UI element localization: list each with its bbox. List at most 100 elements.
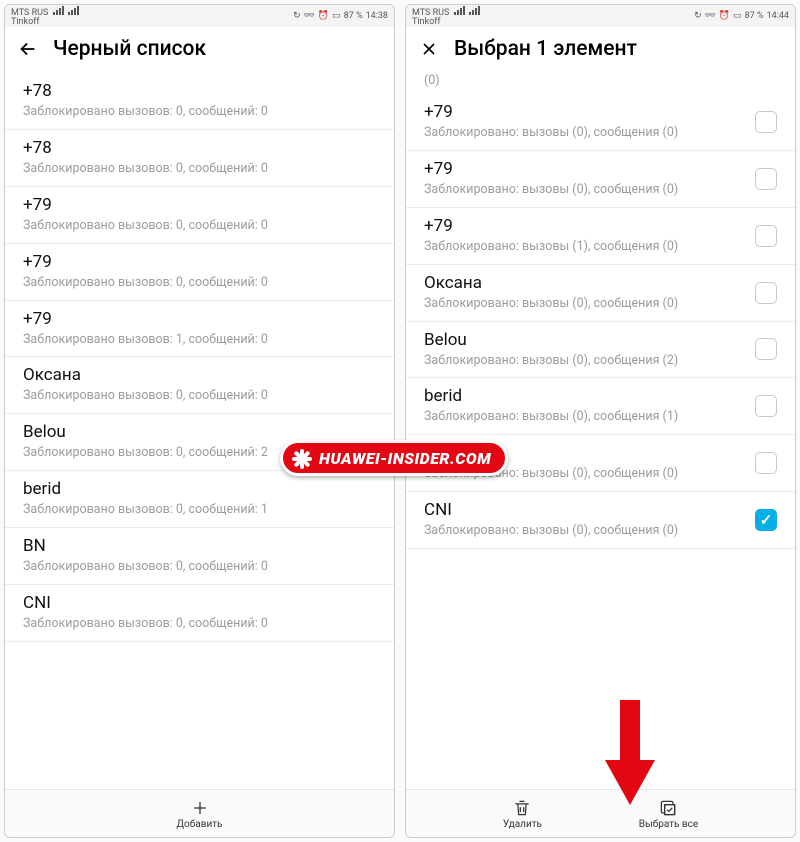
- sync-icon: ↻: [694, 11, 702, 21]
- select-all-icon: [658, 798, 678, 818]
- entry-title: berid: [23, 479, 376, 499]
- status-bar: MTS RUS Tinkoff ↻ 👓 ⏰ ▭ 87 % 14:44: [406, 5, 795, 27]
- entry-subtitle: Заблокировано вызовов: 0, сообщений: 0: [23, 559, 376, 576]
- entry-title: +79: [23, 195, 376, 215]
- alarm-icon: ⏰: [719, 11, 730, 21]
- watermark-badge: HUAWEI-INSIDER.COM: [280, 440, 508, 476]
- entry-subtitle: Заблокировано: вызовы (1), сообщения (0): [424, 239, 747, 256]
- list-item[interactable]: Belou Заблокировано: вызовы (0), сообщени…: [406, 322, 795, 379]
- glasses-icon: 👓: [705, 11, 716, 21]
- select-all-label: Выбрать все: [639, 819, 698, 830]
- entry-title: +79: [23, 309, 376, 329]
- huawei-logo-icon: [291, 447, 313, 469]
- time-label: 14:38: [366, 11, 388, 21]
- cutoff-top: (0): [406, 73, 795, 94]
- checkbox[interactable]: [755, 509, 777, 531]
- watermark-text: HUAWEI-INSIDER.COM: [319, 449, 491, 468]
- entry-subtitle: Заблокировано: вызовы (0), сообщения (1): [424, 409, 747, 426]
- sync-icon: ↻: [293, 11, 301, 21]
- left-phone: MTS RUS Tinkoff ↻ 👓 ⏰ ▭ 87 % 14:38 Черны…: [4, 4, 395, 838]
- close-icon[interactable]: [418, 38, 440, 60]
- trash-icon: [512, 798, 532, 818]
- entry-subtitle: Заблокировано вызовов: 0, сообщений: 0: [23, 616, 376, 633]
- list-item[interactable]: Оксана Заблокировано вызовов: 0, сообщени…: [5, 357, 394, 414]
- entry-subtitle: Заблокировано: вызовы (0), сообщения (0): [424, 296, 747, 313]
- carrier-label: MTS RUS: [412, 8, 449, 18]
- list-item[interactable]: berid Заблокировано: вызовы (0), сообщени…: [406, 378, 795, 435]
- battery-icon: ▭: [332, 11, 341, 21]
- subcarrier-label: Tinkoff: [412, 18, 480, 27]
- status-bar: MTS RUS Tinkoff ↻ 👓 ⏰ ▭ 87 % 14:38: [5, 5, 394, 27]
- annotation-arrow-icon: [600, 700, 660, 810]
- signal-icon: [68, 6, 79, 15]
- list-item[interactable]: +79 Заблокировано вызовов: 1, сообщений: …: [5, 301, 394, 358]
- alarm-icon: ⏰: [318, 11, 329, 21]
- checkbox[interactable]: [755, 452, 777, 474]
- carrier-label: MTS RUS: [11, 8, 48, 18]
- entry-subtitle: Заблокировано вызовов: 0, сообщений: 0: [23, 388, 376, 405]
- entry-subtitle: Заблокировано вызовов: 0, сообщений: 0: [23, 218, 376, 235]
- list-item[interactable]: +78 Заблокировано вызовов: 0, сообщений: …: [5, 130, 394, 187]
- page-title: Выбран 1 элемент: [454, 37, 637, 61]
- checkbox[interactable]: [755, 395, 777, 417]
- list-item[interactable]: +78 Заблокировано вызовов: 0, сообщений: …: [5, 73, 394, 130]
- entry-subtitle: Заблокировано: вызовы (0), сообщения (2): [424, 353, 747, 370]
- entry-subtitle: Заблокировано вызовов: 0, сообщений: 1: [23, 502, 376, 519]
- entry-title: Оксана: [424, 273, 747, 293]
- app-header: Выбран 1 элемент: [406, 27, 795, 73]
- checkbox[interactable]: [755, 111, 777, 133]
- entry-title: CNI: [424, 500, 747, 520]
- entry-title: +78: [23, 81, 376, 101]
- entry-title: +79: [424, 102, 747, 122]
- entry-title: berid: [424, 386, 747, 406]
- entry-subtitle: Заблокировано вызовов: 0, сообщений: 0: [23, 275, 376, 292]
- entry-subtitle: Заблокировано: вызовы (0), сообщения (0): [424, 182, 747, 199]
- list-item[interactable]: +79 Заблокировано: вызовы (1), сообщения …: [406, 208, 795, 265]
- checkbox[interactable]: [755, 338, 777, 360]
- entry-title: +79: [424, 216, 747, 236]
- list-item[interactable]: CNI Заблокировано вызовов: 0, сообщений: …: [5, 585, 394, 642]
- entry-title: BN: [23, 536, 376, 556]
- add-button[interactable]: Добавить: [177, 798, 223, 830]
- list-item[interactable]: CNI Заблокировано: вызовы (0), сообщения …: [406, 492, 795, 549]
- list-item[interactable]: +79 Заблокировано: вызовы (0), сообщения …: [406, 94, 795, 151]
- battery-label: 87 %: [745, 11, 764, 21]
- glasses-icon: 👓: [304, 11, 315, 21]
- entry-title: +78: [23, 138, 376, 158]
- checkbox[interactable]: [755, 225, 777, 247]
- entry-subtitle: Заблокировано: вызовы (0), сообщения (0): [424, 125, 747, 142]
- entry-subtitle: Заблокировано: вызовы (0), сообщения (0): [424, 523, 747, 540]
- signal-icon: [53, 6, 64, 15]
- list-item[interactable]: +79 Заблокировано вызовов: 0, сообщений: …: [5, 244, 394, 301]
- signal-icon: [469, 6, 480, 15]
- page-title: Черный список: [53, 37, 206, 61]
- bottom-bar: Добавить: [5, 789, 394, 837]
- entry-title: CNI: [23, 593, 376, 613]
- delete-button[interactable]: Удалить: [503, 798, 542, 830]
- entry-title: +79: [424, 159, 747, 179]
- entry-title: Belou: [424, 330, 747, 350]
- list-item[interactable]: Оксана Заблокировано: вызовы (0), сообщен…: [406, 265, 795, 322]
- entry-subtitle: Заблокировано вызовов: 1, сообщений: 0: [23, 332, 376, 349]
- list-item[interactable]: berid Заблокировано вызовов: 0, сообщений…: [5, 471, 394, 528]
- entry-title: +79: [23, 252, 376, 272]
- signal-icon: [454, 6, 465, 15]
- entry-subtitle: Заблокировано вызовов: 0, сообщений: 0: [23, 161, 376, 178]
- battery-label: 87 %: [344, 11, 363, 21]
- list-item[interactable]: BN Заблокировано вызовов: 0, сообщений: 0: [5, 528, 394, 585]
- blocklist[interactable]: +78 Заблокировано вызовов: 0, сообщений: …: [5, 73, 394, 789]
- back-icon[interactable]: [17, 38, 39, 60]
- delete-label: Удалить: [503, 819, 542, 830]
- entry-title: Оксана: [23, 365, 376, 385]
- checkbox[interactable]: [755, 168, 777, 190]
- add-label: Добавить: [177, 819, 223, 830]
- list-item[interactable]: +79 Заблокировано: вызовы (0), сообщения …: [406, 151, 795, 208]
- subcarrier-label: Tinkoff: [11, 18, 79, 27]
- plus-icon: [190, 798, 210, 818]
- battery-icon: ▭: [733, 11, 742, 21]
- time-label: 14:44: [767, 11, 789, 21]
- checkbox[interactable]: [755, 282, 777, 304]
- list-item[interactable]: +79 Заблокировано вызовов: 0, сообщений: …: [5, 187, 394, 244]
- entry-subtitle: Заблокировано вызовов: 0, сообщений: 0: [23, 104, 376, 121]
- app-header: Черный список: [5, 27, 394, 73]
